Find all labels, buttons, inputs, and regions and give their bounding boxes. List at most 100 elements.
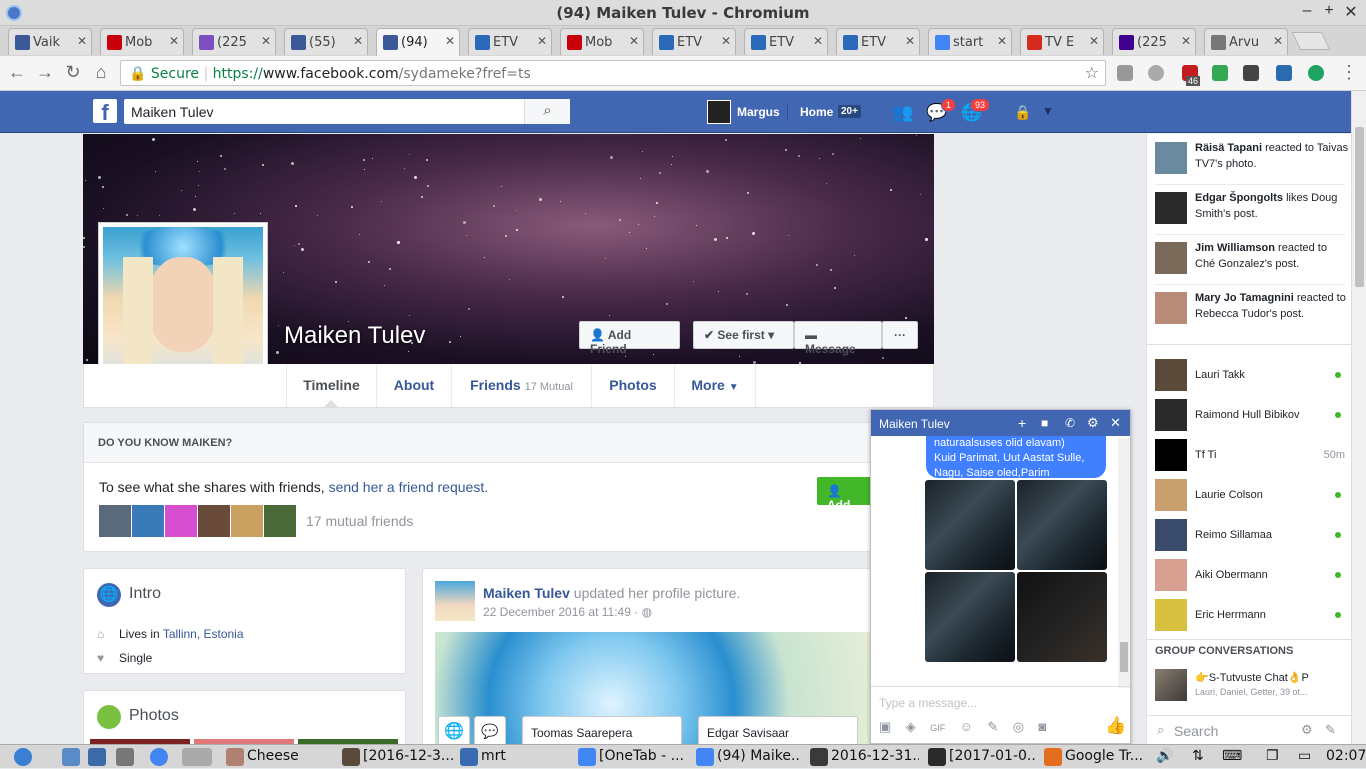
tab-12[interactable]: (225 ✕ xyxy=(1112,28,1196,55)
privacy-shortcuts-icon[interactable]: 🔒 xyxy=(1014,104,1031,121)
send-friend-request-link[interactable]: send her a friend request. xyxy=(329,479,489,495)
chat-search-bar[interactable]: ⌕ Search ⚙ ✎ xyxy=(1147,715,1352,745)
extension-chromecast-icon[interactable] xyxy=(1212,65,1228,81)
clock[interactable]: 02:07 xyxy=(1326,748,1366,764)
more-options-button[interactable]: ··· xyxy=(882,321,918,349)
home-icon[interactable]: ⌂ xyxy=(90,62,112,83)
tab-more[interactable]: More ▼ xyxy=(674,364,756,407)
taskbar-item[interactable]: [OneTab - ... xyxy=(578,745,688,769)
mutual-friend-avatar[interactable] xyxy=(231,505,263,537)
volume-icon[interactable]: 🔊 xyxy=(1156,748,1173,764)
account-dropdown-icon[interactable]: ▼ xyxy=(1042,104,1054,118)
ticker-item[interactable]: Mary Jo Tamagnini reacted to Rebecca Tud… xyxy=(1155,290,1350,324)
page-scrollbar[interactable] xyxy=(1351,91,1366,744)
post-timestamp[interactable]: 22 December 2016 at 11:49 · ◍ xyxy=(483,605,652,619)
chat-scrollbar[interactable] xyxy=(1118,438,1130,688)
tab-1[interactable]: Mob ✕ xyxy=(100,28,184,55)
blank-task[interactable] xyxy=(182,748,212,766)
mutual-friend-avatar[interactable] xyxy=(132,505,164,537)
gear-icon[interactable]: ⚙ xyxy=(1301,722,1313,738)
tab-6[interactable]: Mob ✕ xyxy=(560,28,644,55)
chat-photo[interactable] xyxy=(925,480,1015,570)
taskbar-item[interactable]: mrt xyxy=(460,745,570,769)
close-icon[interactable]: ✕ xyxy=(1342,2,1360,22)
tab-close-icon[interactable]: ✕ xyxy=(169,34,179,48)
tab-11[interactable]: TV E ✕ xyxy=(1020,28,1104,55)
tab-10[interactable]: start ✕ xyxy=(928,28,1012,55)
taskbar-item[interactable]: (94) Maike... xyxy=(696,745,802,769)
tab-close-icon[interactable]: ✕ xyxy=(721,34,731,48)
user-name-link[interactable]: Margus xyxy=(737,105,780,119)
extension-v-icon[interactable] xyxy=(1276,65,1292,81)
tab-close-icon[interactable]: ✕ xyxy=(997,34,1007,48)
tab-13[interactable]: Arvu ✕ xyxy=(1204,28,1288,55)
tab-photos[interactable]: Photos xyxy=(591,364,674,407)
tab-2[interactable]: (225 ✕ xyxy=(192,28,276,55)
tab-about[interactable]: About xyxy=(376,364,451,407)
lives-in-link[interactable]: Tallinn, Estonia xyxy=(163,627,244,641)
mutual-friend-avatar[interactable] xyxy=(165,505,197,537)
gear-icon[interactable]: ⚙ xyxy=(1087,415,1099,431)
extension-at-icon[interactable] xyxy=(1148,65,1164,81)
tab-7[interactable]: ETV ✕ xyxy=(652,28,736,55)
tab-9[interactable]: ETV ✕ xyxy=(836,28,920,55)
chat-contact[interactable]: Reimo Sillamaa xyxy=(1155,519,1345,551)
mutual-friend-avatar[interactable] xyxy=(198,505,230,537)
menu-icon[interactable]: ⋮ xyxy=(1338,62,1360,83)
see-first-button[interactable]: ✔ See first ▾ xyxy=(693,321,794,349)
taskbar-item[interactable]: Cheese xyxy=(226,745,334,769)
taskbar-item[interactable]: Google Tr... xyxy=(1044,745,1144,769)
chat-contact[interactable]: Laurie Colson xyxy=(1155,479,1345,511)
group-conversation-item[interactable]: 👉S-Tutvuste Chat👌P Lauri, Daniel, Getter… xyxy=(1155,669,1345,705)
tab-5[interactable]: ETV ✕ xyxy=(468,28,552,55)
bookmark-star-icon[interactable]: ☆ xyxy=(1085,63,1099,82)
gif-icon[interactable]: GIF xyxy=(930,723,945,733)
chat-contact[interactable]: Eric Herrmann xyxy=(1155,599,1345,631)
compose-icon[interactable]: ✎ xyxy=(1325,722,1336,738)
back-icon[interactable]: ← xyxy=(6,62,28,83)
tab-3[interactable]: (55) ✕ xyxy=(284,28,368,55)
chat-title[interactable]: Maiken Tulev xyxy=(879,417,950,431)
tab-8[interactable]: ETV ✕ xyxy=(744,28,828,55)
attachment-icon[interactable]: ✎ xyxy=(987,719,998,734)
camera-icon[interactable]: ◙ xyxy=(1039,719,1047,734)
chat-photo[interactable] xyxy=(1017,572,1107,662)
tab-close-icon[interactable]: ✕ xyxy=(445,34,455,48)
chromium-launcher-icon[interactable] xyxy=(150,748,168,766)
chat-header[interactable]: Maiken Tulev + ■ ✆ ⚙ ✕ xyxy=(871,410,1130,436)
tab-close-icon[interactable]: ✕ xyxy=(77,34,87,48)
tab-close-icon[interactable]: ✕ xyxy=(1181,34,1191,48)
message-button[interactable]: ▬ Message xyxy=(794,321,882,356)
terminal-icon[interactable] xyxy=(116,748,134,766)
tab-0[interactable]: Vaik ✕ xyxy=(8,28,92,55)
address-bar[interactable]: 🔒 Secure | https://www.facebook.com/syda… xyxy=(120,60,1106,86)
network-icon[interactable]: ⇅ xyxy=(1192,748,1204,764)
game-icon[interactable]: ◎ xyxy=(1013,719,1024,734)
chat-contact[interactable]: Raimond Hull Bibikov xyxy=(1155,399,1345,431)
new-tab-button[interactable] xyxy=(1291,32,1331,50)
tab-close-icon[interactable]: ✕ xyxy=(813,34,823,48)
chat-photo[interactable] xyxy=(925,572,1015,662)
tab-close-icon[interactable]: ✕ xyxy=(353,34,363,48)
tab-close-icon[interactable]: ✕ xyxy=(1273,34,1283,48)
tab-4[interactable]: (94) ✕ xyxy=(376,28,460,56)
reload-icon[interactable]: ↻ xyxy=(62,62,84,83)
facebook-logo-icon[interactable]: f xyxy=(93,99,117,125)
chat-photo[interactable] xyxy=(1017,480,1107,570)
keyboard-icon[interactable]: ⌨ xyxy=(1222,748,1242,764)
tab-close-icon[interactable]: ✕ xyxy=(905,34,915,48)
image-icon[interactable]: ▣ xyxy=(879,719,891,734)
video-call-icon[interactable]: ■ xyxy=(1041,416,1048,430)
minimize-icon[interactable]: – xyxy=(1298,2,1316,20)
ticker-item[interactable]: Räisä Tapani reacted to Taivas TV7's pho… xyxy=(1155,140,1350,174)
phone-icon[interactable]: ✆ xyxy=(1065,416,1075,430)
message-input[interactable]: Type a message... xyxy=(879,696,977,710)
avatar[interactable] xyxy=(707,100,731,124)
close-icon[interactable]: ✕ xyxy=(1110,415,1121,431)
chat-contact[interactable]: Aiki Obermann xyxy=(1155,559,1345,591)
chat-contact[interactable]: Tf Ti 50m xyxy=(1155,439,1345,471)
emoji-icon[interactable]: ☺ xyxy=(960,719,973,734)
add-friend-green-button[interactable]: 👤 Add xyxy=(817,477,877,512)
maximize-icon[interactable]: + xyxy=(1320,2,1338,20)
search-icon[interactable]: ⌕ xyxy=(524,99,570,124)
